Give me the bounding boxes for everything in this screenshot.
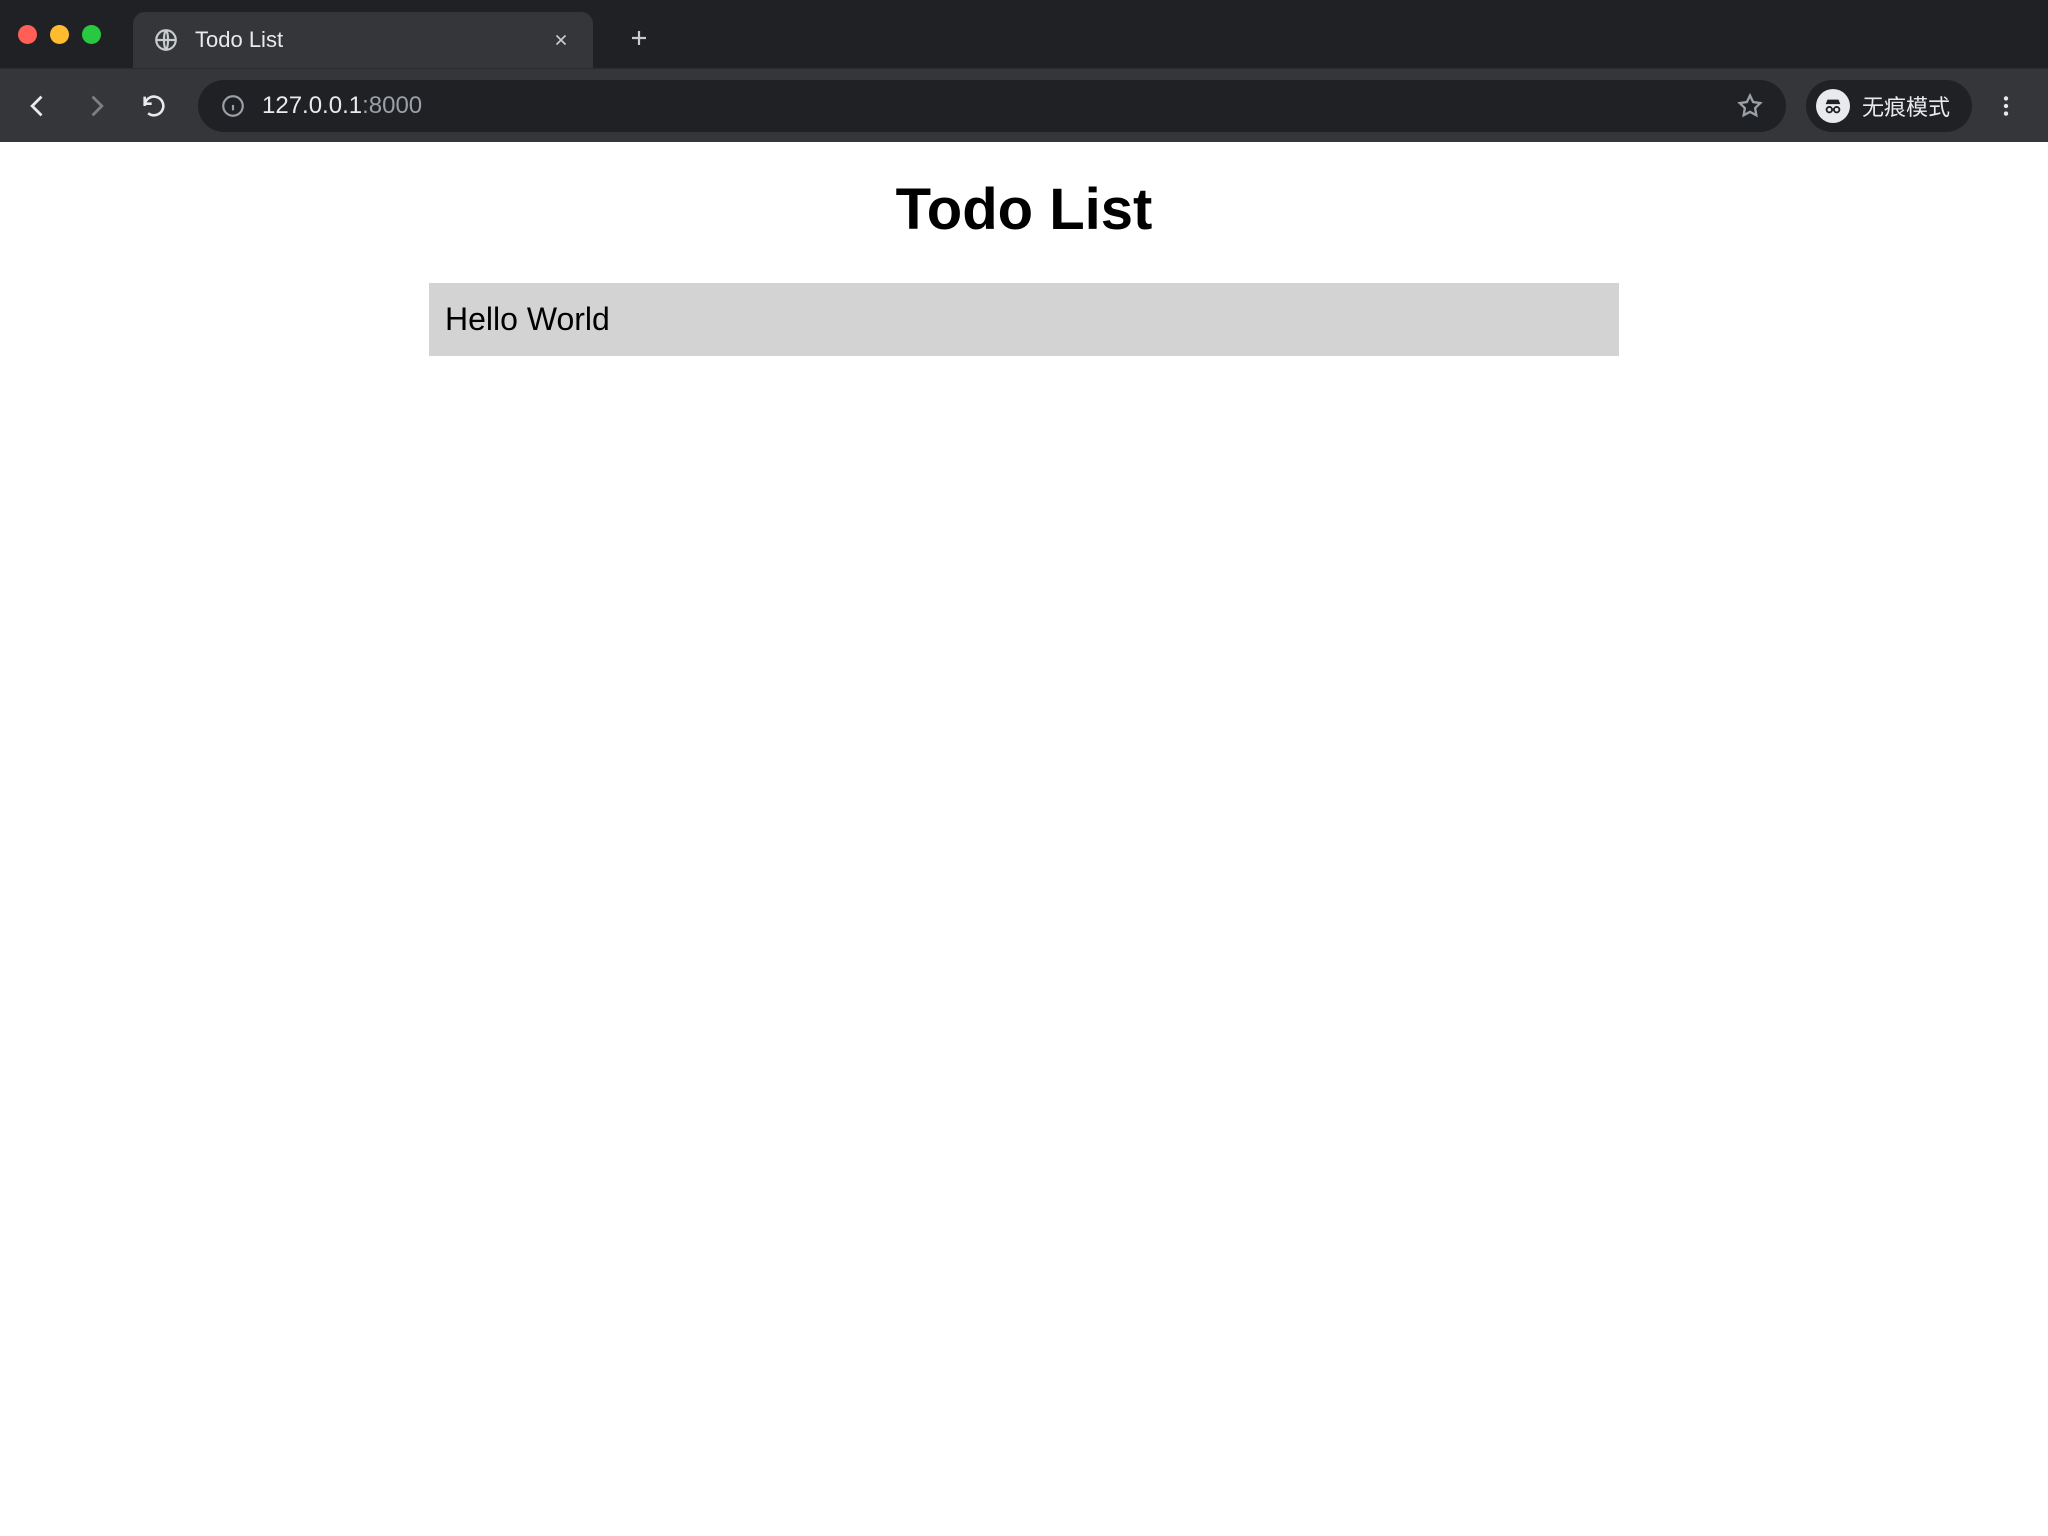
globe-icon: [153, 27, 179, 53]
browser-toolbar: 127.0.0.1:8000 无痕模式: [0, 68, 2048, 142]
browser-chrome: Todo List: [0, 0, 2048, 142]
forward-button[interactable]: [72, 82, 120, 130]
site-info-icon[interactable]: [220, 93, 246, 119]
tab-strip: Todo List: [0, 0, 2048, 68]
todo-text: Hello World: [445, 301, 610, 337]
url-text: 127.0.0.1:8000: [262, 92, 1720, 120]
address-bar[interactable]: 127.0.0.1:8000: [198, 80, 1786, 132]
url-host: 127.0.0.1: [262, 92, 362, 119]
page-title: Todo List: [0, 176, 2048, 243]
new-tab-button[interactable]: [617, 16, 661, 60]
tab-title: Todo List: [195, 27, 531, 53]
reload-button[interactable]: [130, 82, 178, 130]
incognito-icon: [1816, 89, 1850, 123]
back-button[interactable]: [14, 82, 62, 130]
close-tab-button[interactable]: [547, 26, 575, 54]
window-close-button[interactable]: [18, 25, 37, 44]
todo-list: Hello World: [429, 283, 1619, 356]
page-content: Todo List Hello World: [0, 142, 2048, 356]
todo-item[interactable]: Hello World: [429, 283, 1619, 356]
url-port: :8000: [362, 92, 422, 119]
incognito-label: 无痕模式: [1862, 90, 1950, 122]
window-minimize-button[interactable]: [50, 25, 69, 44]
browser-menu-button[interactable]: [1982, 82, 2030, 130]
bookmark-star-icon[interactable]: [1736, 92, 1764, 120]
window-controls: [18, 25, 101, 44]
window-maximize-button[interactable]: [82, 25, 101, 44]
browser-tab[interactable]: Todo List: [133, 12, 593, 68]
incognito-chip[interactable]: 无痕模式: [1806, 80, 1972, 132]
